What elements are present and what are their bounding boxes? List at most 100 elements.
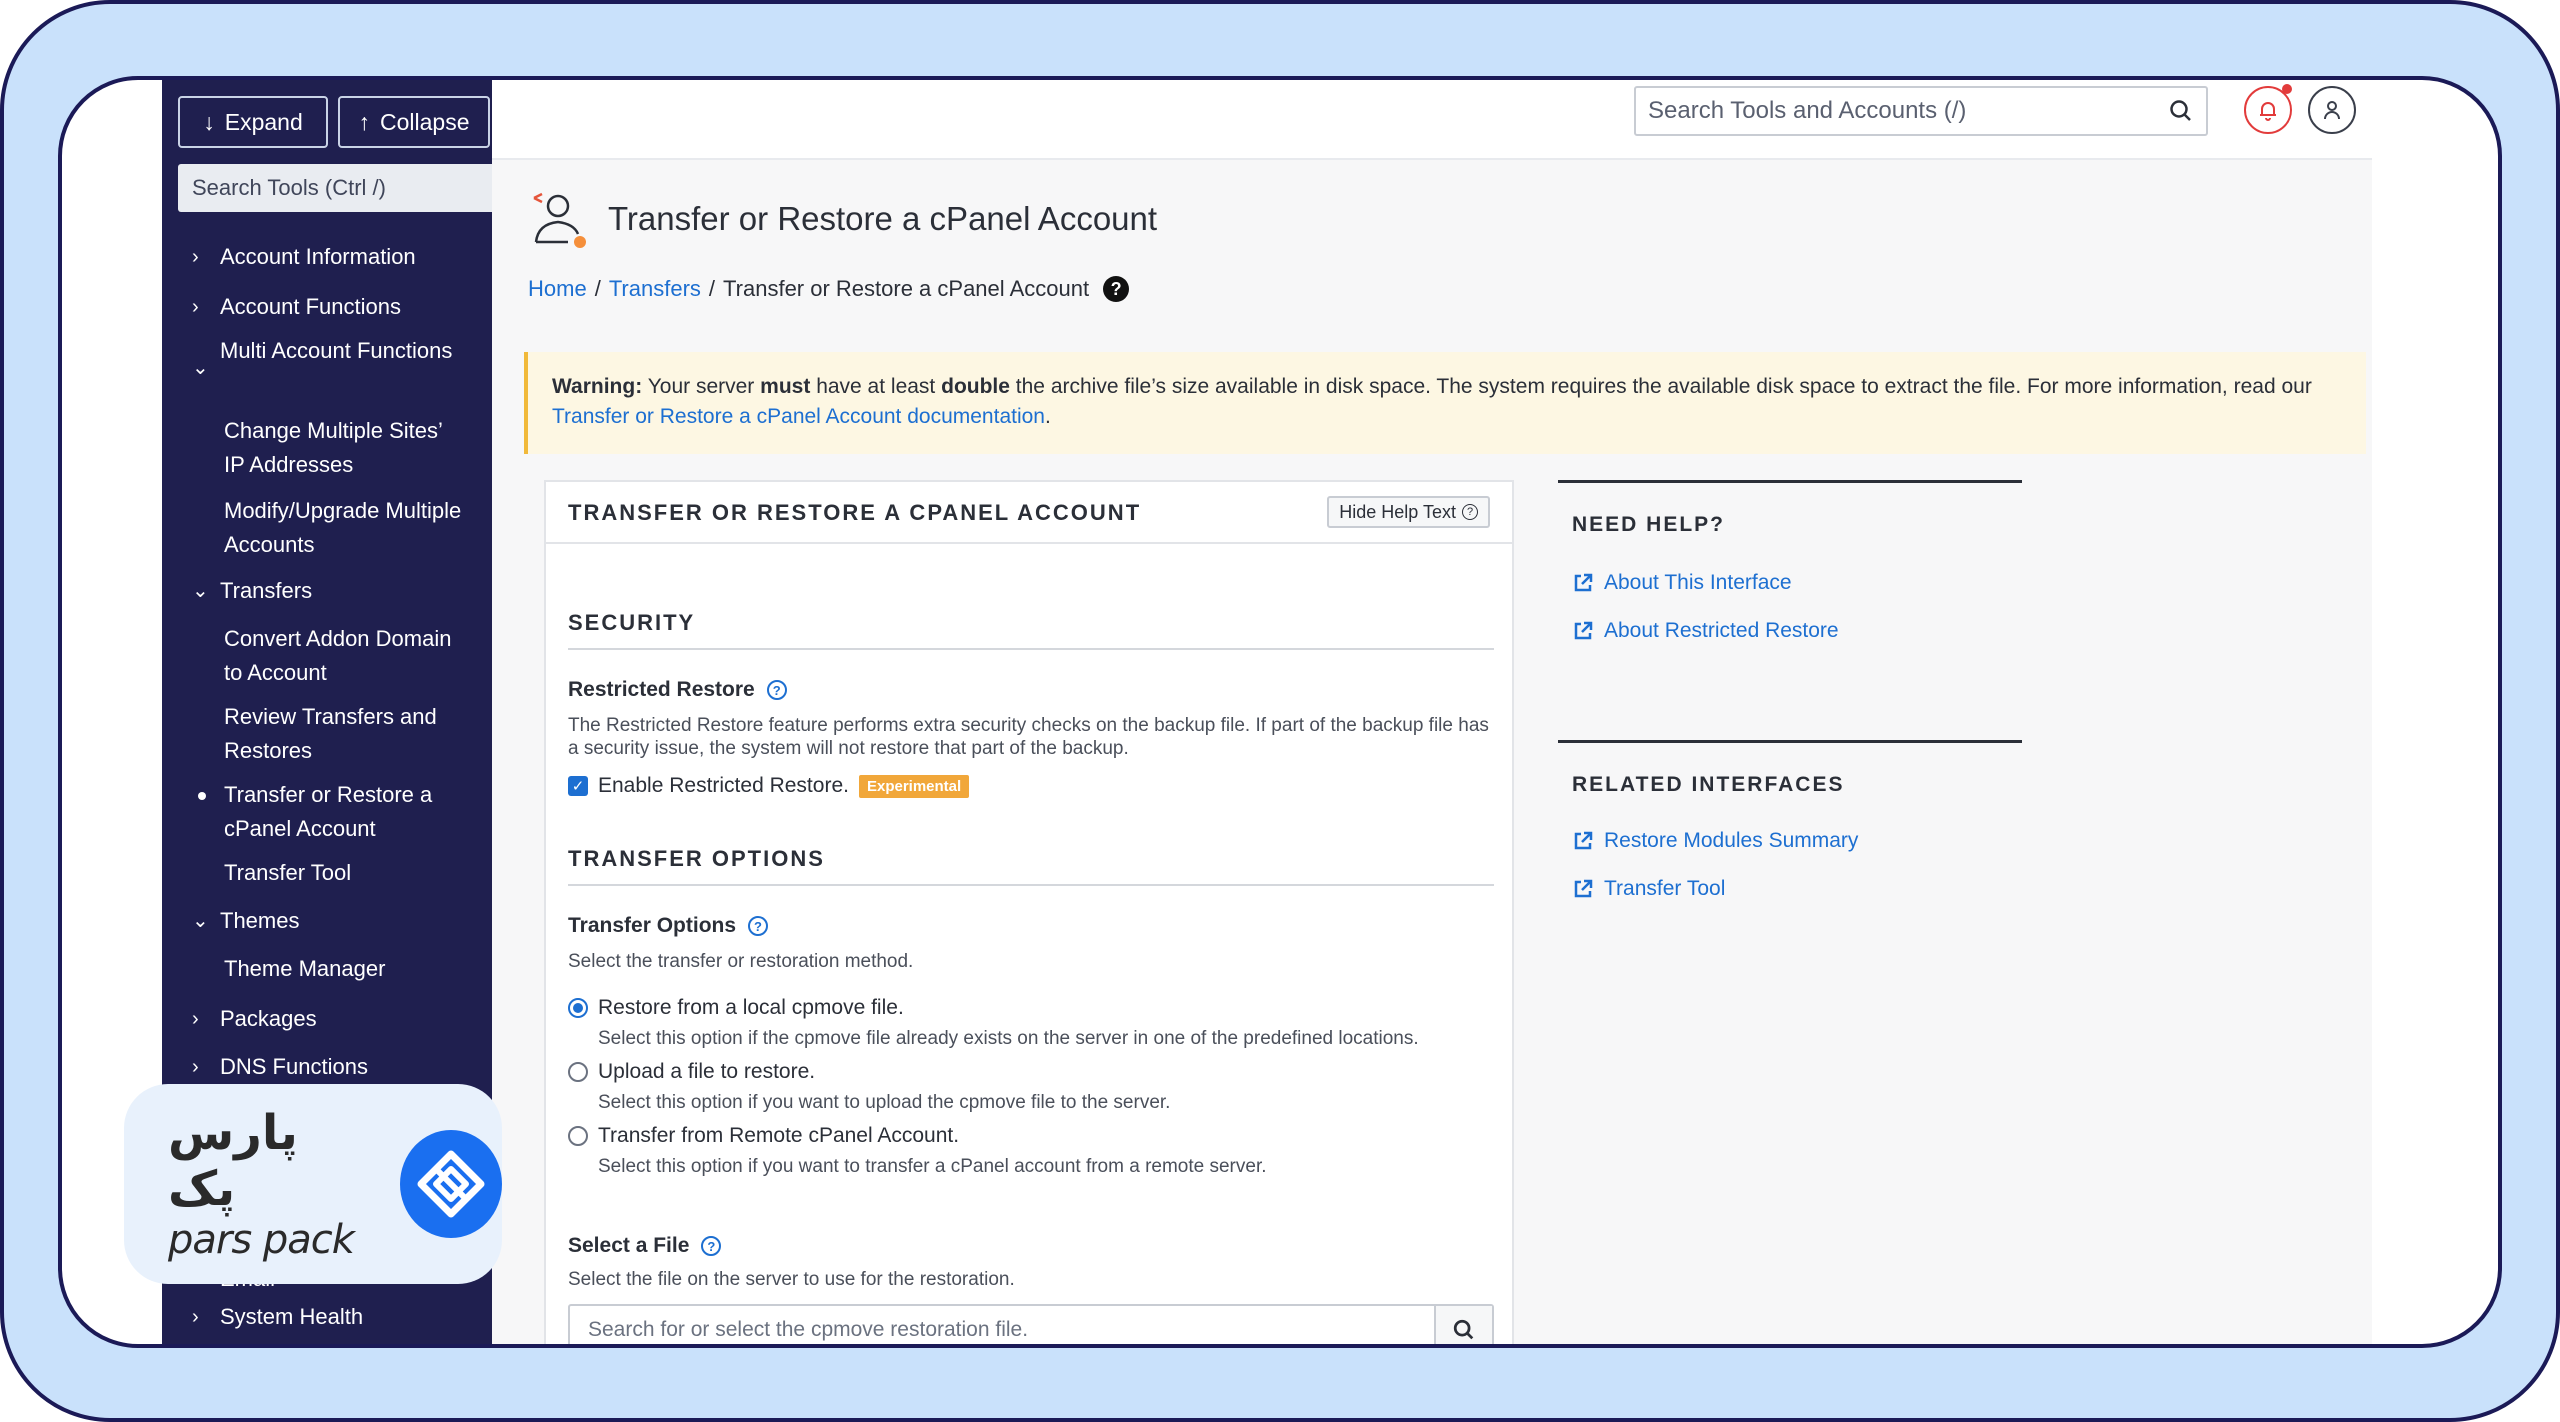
breadcrumb-transfers-link[interactable]: Transfers <box>609 276 701 302</box>
radio-restore-local[interactable]: Restore from a local cpmove file. <box>568 996 904 1020</box>
about-this-interface-link[interactable]: About This Interface <box>1572 571 1792 595</box>
chevron-right-icon: › <box>192 1306 199 1328</box>
breadcrumb-current: Transfer or Restore a cPanel Account <box>723 276 1090 301</box>
about-restricted-restore-link[interactable]: About Restricted Restore <box>1572 619 1839 643</box>
breadcrumb-home-link[interactable]: Home <box>528 276 587 302</box>
radio-label[interactable]: Restore from a local cpmove file. <box>598 996 904 1020</box>
card-header: TRANSFER OR RESTORE A CPANEL ACCOUNT Hid… <box>546 482 1512 544</box>
chevron-right-icon: › <box>192 1056 199 1078</box>
sidebar-item-label: Modify/Upgrade Multiple Accounts <box>224 498 462 557</box>
enable-restricted-restore-checkbox[interactable]: ✓ <box>568 776 588 796</box>
chevron-right-icon: › <box>192 1008 199 1030</box>
file-search-placeholder: Search for or select the cpmove restorat… <box>588 1318 1029 1341</box>
help-question-icon[interactable]: ? <box>701 1236 722 1256</box>
warning-text: . <box>1045 405 1051 428</box>
main-content: Transfer or Restore a cPanel Account Hom… <box>492 160 2372 1344</box>
search-tools-accounts-input[interactable]: Search Tools and Accounts (/) <box>1634 86 2208 136</box>
collapse-button[interactable]: ↑ Collapse <box>338 96 490 148</box>
radio-button[interactable] <box>568 1062 588 1082</box>
documentation-link[interactable]: Transfer or Restore a cPanel Account doc… <box>552 405 1045 428</box>
radio-description: Select this option if you want to upload… <box>598 1092 1171 1113</box>
enable-restricted-restore-label[interactable]: Enable Restricted Restore. <box>598 774 849 798</box>
external-link-icon <box>1574 879 1593 898</box>
sidebar-search-input[interactable]: Search Tools (Ctrl /) <box>178 164 498 212</box>
radio-description: Select this option if you want to transf… <box>598 1156 1267 1177</box>
transfer-options-description: Select the transfer or restoration metho… <box>568 951 914 972</box>
sidebar-item-label: System Health <box>220 1304 364 1329</box>
restricted-restore-label-text: Restricted Restore <box>568 678 755 701</box>
sidebar-item-label: Transfer Tool <box>224 860 352 885</box>
sidebar-item-label: Account Functions <box>220 294 401 319</box>
help-question-icon[interactable]: ? <box>766 680 787 700</box>
parspack-logo-text: پارس پک pars pack <box>168 1105 370 1263</box>
chevron-down-icon: ⌄ <box>192 910 209 932</box>
experimental-badge: Experimental <box>858 774 970 798</box>
select-file-label-text: Select a File <box>568 1234 690 1257</box>
help-question-icon[interactable]: ? <box>748 916 769 936</box>
link-label[interactable]: Transfer Tool <box>1604 877 1725 901</box>
sidebar-item-label: Multi Account Functions <box>220 338 453 363</box>
chevron-down-icon: ⌄ <box>192 580 209 602</box>
chevron-down-icon: ⌄ <box>192 357 209 379</box>
notification-dot <box>2282 84 2292 94</box>
radio-transfer-remote[interactable]: Transfer from Remote cPanel Account. <box>568 1124 959 1148</box>
warning-text: Your server <box>647 375 755 398</box>
transfer-options-label: Transfer Options ? <box>568 914 769 938</box>
link-label[interactable]: About Restricted Restore <box>1604 619 1839 643</box>
external-link-icon <box>1574 573 1593 592</box>
enable-restricted-restore-row: ✓ Enable Restricted Restore. Experimenta… <box>568 774 970 798</box>
radio-label[interactable]: Upload a file to restore. <box>598 1060 815 1084</box>
link-label[interactable]: About This Interface <box>1604 571 1792 595</box>
sidebar-item-label: Packages <box>220 1006 317 1031</box>
radio-upload-file[interactable]: Upload a file to restore. <box>568 1060 815 1084</box>
transfer-account-icon <box>533 192 586 248</box>
user-menu-button[interactable] <box>2308 86 2356 134</box>
expand-button[interactable]: ↓ Expand <box>178 96 328 148</box>
external-link-icon <box>1574 831 1593 850</box>
restricted-restore-label: Restricted Restore ? <box>568 678 787 702</box>
breadcrumb: Home / Transfers / Transfer or Restore a… <box>528 276 1130 302</box>
help-question-icon[interactable]: ? <box>1103 276 1130 302</box>
sidebar-search-placeholder: Search Tools (Ctrl /) <box>192 175 386 200</box>
cpmove-file-search-input[interactable]: Search for or select the cpmove restorat… <box>568 1304 1494 1344</box>
bell-icon <box>2260 102 2276 121</box>
radio-button-selected[interactable] <box>568 998 588 1018</box>
sidebar-item-label: Theme Manager <box>224 956 386 981</box>
related-interfaces-panel: RELATED INTERFACES Restore Modules Summa… <box>1558 740 2022 980</box>
transfer-options-label-text: Transfer Options <box>568 914 737 937</box>
active-bullet-icon <box>198 792 206 800</box>
logo-persian-text: پارس پک <box>168 1105 298 1217</box>
sidebar-item-label: Review Transfers and Restores <box>224 704 437 763</box>
restricted-restore-description: The Restricted Restore feature performs … <box>568 715 1489 759</box>
search-icon <box>1453 1319 1474 1340</box>
hide-help-label: Hide Help Text <box>1339 501 1456 522</box>
chevron-right-icon: › <box>192 246 199 268</box>
top-bar: Search Tools and Accounts (/) <box>492 80 2372 160</box>
need-help-panel: NEED HELP? About This Interface About Re… <box>1558 480 2022 720</box>
select-file-label: Select a File ? <box>568 1234 722 1258</box>
link-label[interactable]: Restore Modules Summary <box>1604 829 1858 853</box>
logo-english-text: pars pack <box>168 1217 355 1263</box>
restore-modules-summary-link[interactable]: Restore Modules Summary <box>1572 829 1858 853</box>
card-title: TRANSFER OR RESTORE A CPANEL ACCOUNT <box>568 500 1142 525</box>
transfer-tool-link[interactable]: Transfer Tool <box>1572 877 1725 901</box>
need-help-title: NEED HELP? <box>1572 513 1726 536</box>
radio-label[interactable]: Transfer from Remote cPanel Account. <box>598 1124 959 1148</box>
search-placeholder: Search Tools and Accounts (/) <box>1648 97 1967 124</box>
transfer-options-heading: TRANSFER OPTIONS <box>568 846 1494 886</box>
hide-help-text-button[interactable]: Hide Help Text ? <box>1327 496 1490 528</box>
sidebar-item-label: Change Multiple Sites’ IP Addresses <box>224 418 443 477</box>
radio-description: Select this option if the cpmove file al… <box>598 1028 1419 1049</box>
screen-frame: ↓ Expand ↑ Collapse Search Tools (Ctrl /… <box>58 76 2502 1348</box>
sidebar-item-label: Transfers <box>220 578 313 603</box>
search-icon[interactable] <box>2168 98 2194 124</box>
collapse-label: Collapse <box>380 108 470 135</box>
file-search-button[interactable] <box>1434 1306 1492 1344</box>
sidebar-item-label: Account Information <box>220 244 416 269</box>
related-interfaces-title: RELATED INTERFACES <box>1572 773 1845 796</box>
warning-emphasis: must <box>760 375 811 398</box>
question-icon: ? <box>1462 504 1478 520</box>
expand-label: Expand <box>224 108 303 135</box>
warning-emphasis: double <box>941 375 1010 398</box>
radio-button[interactable] <box>568 1126 588 1146</box>
